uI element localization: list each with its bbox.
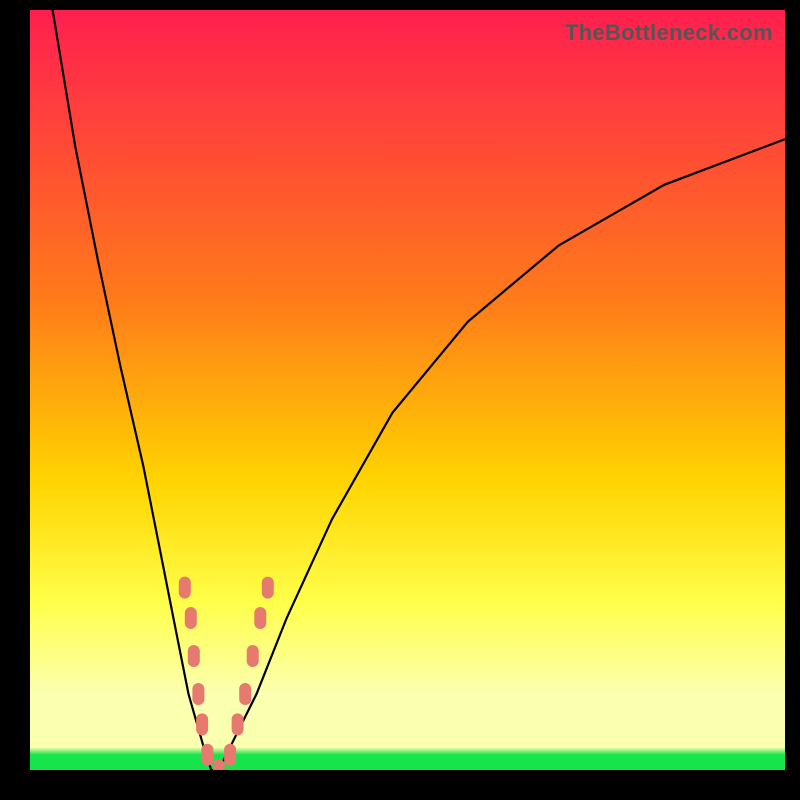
curve-marker [239,683,251,705]
curve-marker [188,645,200,667]
curve-marker [179,577,191,599]
curve-marker [196,713,208,735]
curve-marker [254,607,266,629]
curve-marker [224,744,236,766]
bottleneck-curve [53,10,785,770]
chart-frame: TheBottleneck.com [0,0,800,800]
attribution-label: TheBottleneck.com [565,20,773,46]
curve-marker [192,683,204,705]
curve-markers [179,577,274,770]
curve-marker [185,607,197,629]
curve-marker [247,645,259,667]
curve-marker [201,744,213,766]
plot-area: TheBottleneck.com [30,10,785,770]
curve-marker [262,577,274,599]
curve-marker [232,713,244,735]
curve-layer [30,10,785,770]
